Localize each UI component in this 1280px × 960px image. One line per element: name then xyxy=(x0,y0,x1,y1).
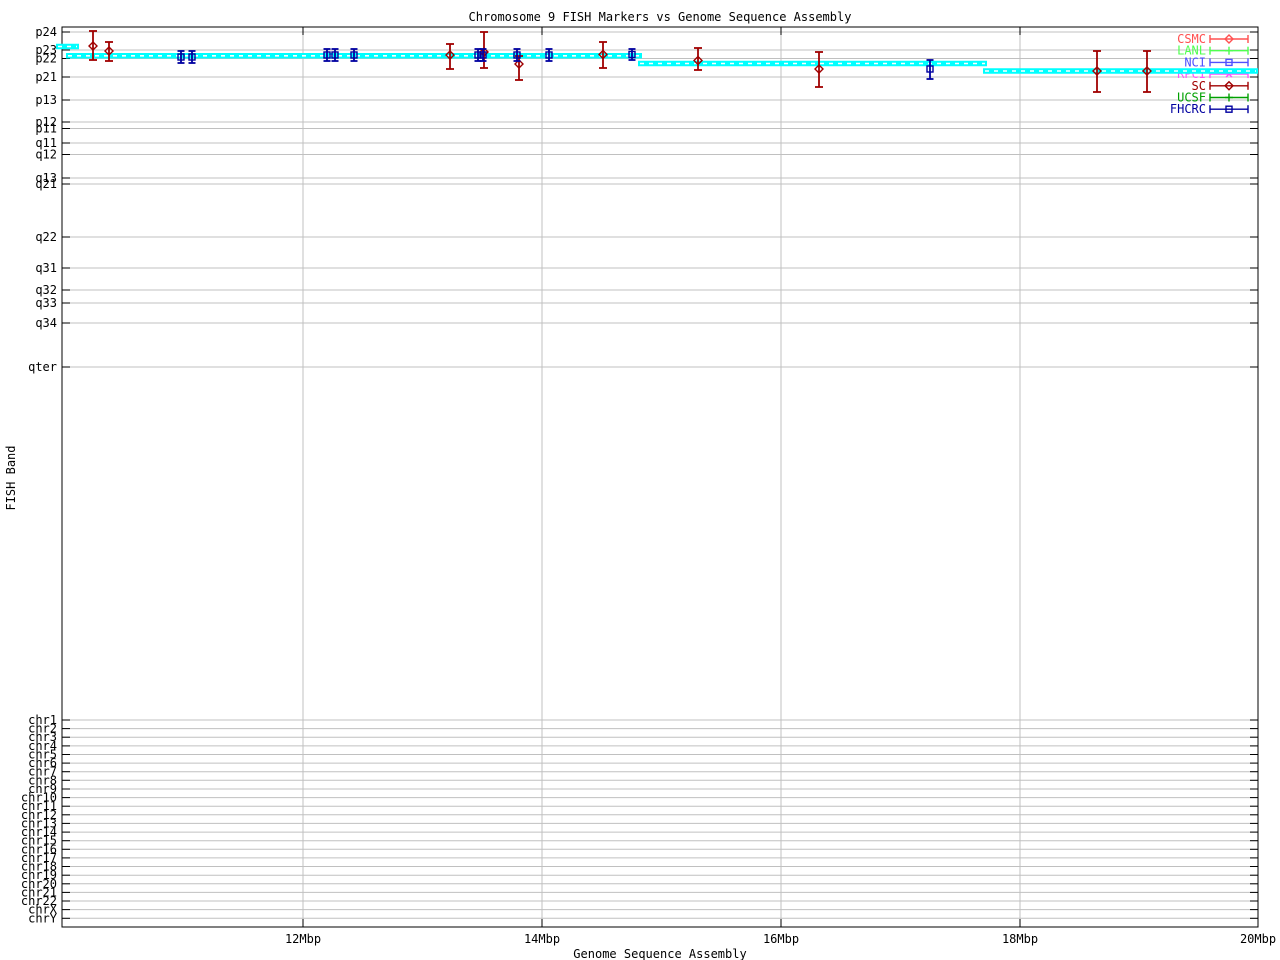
x-tick-label: 14Mbp xyxy=(524,932,560,946)
fish-marker-chart: Chromosome 9 FISH Markers vs Genome Sequ… xyxy=(0,0,1280,960)
band-label: chrY xyxy=(28,911,58,925)
x-tick-label: 12Mbp xyxy=(285,932,321,946)
x-tick-label: 16Mbp xyxy=(763,932,799,946)
band-label: p24 xyxy=(35,25,57,39)
band-label: q34 xyxy=(35,316,57,330)
legend-label-fhcrc: FHCRC xyxy=(1170,102,1206,116)
band-label: qter xyxy=(28,360,57,374)
band-label: q12 xyxy=(35,148,57,162)
band-label: p11 xyxy=(35,122,57,136)
band-label: q31 xyxy=(35,261,57,275)
band-label: q21 xyxy=(35,177,57,191)
plot-border xyxy=(61,26,1259,928)
x-tick-label: 18Mbp xyxy=(1002,932,1038,946)
band-label: q32 xyxy=(35,283,57,297)
band-label: p22 xyxy=(35,52,57,66)
band-label: q22 xyxy=(35,230,57,244)
band-label: p21 xyxy=(35,70,57,84)
x-tick-label: 20Mbp xyxy=(1240,932,1276,946)
plot-canvas: p24p23p22p21p13p12p11q11q12q13q21q22q31q… xyxy=(21,25,1276,946)
band-label: p13 xyxy=(35,93,57,107)
band-label: q33 xyxy=(35,296,57,310)
